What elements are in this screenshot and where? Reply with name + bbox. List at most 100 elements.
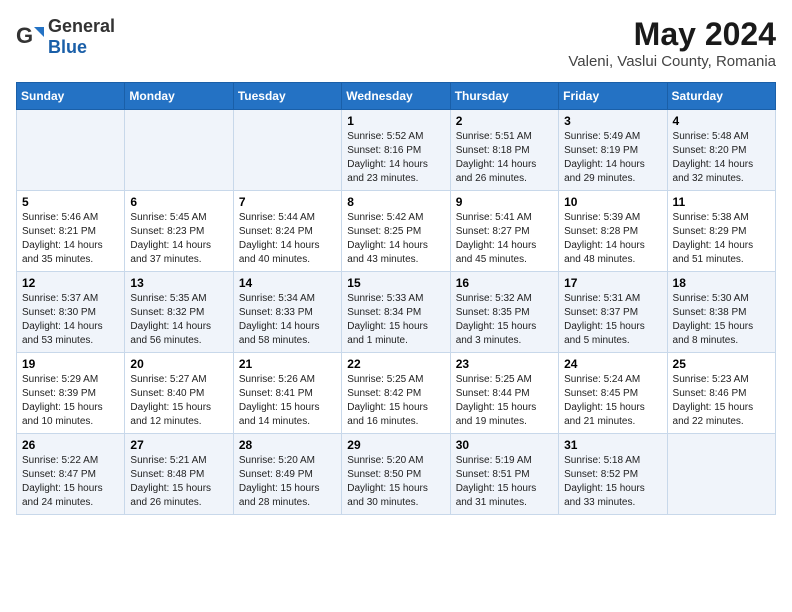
day-number: 25 — [673, 357, 770, 371]
day-info: Sunrise: 5:25 AM Sunset: 8:44 PM Dayligh… — [456, 373, 553, 429]
day-number: 22 — [347, 357, 444, 371]
calendar-cell — [17, 110, 125, 191]
calendar-cell: 21 Sunrise: 5:26 AM Sunset: 8:41 PM Dayli… — [233, 353, 341, 434]
day-info: Sunrise: 5:35 AM Sunset: 8:32 PM Dayligh… — [130, 292, 227, 348]
day-info: Sunrise: 5:38 AM Sunset: 8:29 PM Dayligh… — [673, 211, 770, 267]
day-number: 31 — [564, 438, 661, 452]
calendar-header: SundayMondayTuesdayWednesdayThursdayFrid… — [17, 83, 776, 110]
title-section: May 2024 Valeni, Vaslui County, Romania — [568, 16, 776, 70]
day-info: Sunrise: 5:26 AM Sunset: 8:41 PM Dayligh… — [239, 373, 336, 429]
day-number: 24 — [564, 357, 661, 371]
calendar-cell: 4Sunrise: 5:48 AM Sunset: 8:20 PM Daylig… — [667, 110, 775, 191]
calendar-cell: 18 Sunrise: 5:30 AM Sunset: 8:38 PM Dayli… — [667, 272, 775, 353]
day-info: Sunrise: 5:30 AM Sunset: 8:38 PM Dayligh… — [673, 292, 770, 348]
day-number: 18 — [673, 276, 770, 290]
logo-icon: G — [16, 23, 44, 51]
calendar-cell — [667, 434, 775, 515]
day-number: 7 — [239, 195, 336, 209]
day-info: Sunrise: 5:21 AM Sunset: 8:48 PM Dayligh… — [130, 454, 227, 510]
calendar-cell: 14Sunrise: 5:34 AM Sunset: 8:33 PM Dayli… — [233, 272, 341, 353]
calendar-cell: 13 Sunrise: 5:35 AM Sunset: 8:32 PM Dayli… — [125, 272, 233, 353]
day-number: 28 — [239, 438, 336, 452]
day-number: 16 — [456, 276, 553, 290]
day-number: 12 — [22, 276, 119, 290]
day-number: 27 — [130, 438, 227, 452]
day-number: 9 — [456, 195, 553, 209]
day-number: 6 — [130, 195, 227, 209]
day-info: Sunrise: 5:31 AM Sunset: 8:37 PM Dayligh… — [564, 292, 661, 348]
day-info: Sunrise: 5:27 AM Sunset: 8:40 PM Dayligh… — [130, 373, 227, 429]
day-number: 5 — [22, 195, 119, 209]
calendar-cell: 2Sunrise: 5:51 AM Sunset: 8:18 PM Daylig… — [450, 110, 558, 191]
calendar-cell: 30 Sunrise: 5:19 AM Sunset: 8:51 PM Dayli… — [450, 434, 558, 515]
day-number: 17 — [564, 276, 661, 290]
calendar-cell: 23 Sunrise: 5:25 AM Sunset: 8:44 PM Dayli… — [450, 353, 558, 434]
calendar-cell: 27 Sunrise: 5:21 AM Sunset: 8:48 PM Dayli… — [125, 434, 233, 515]
page-header: G General Blue May 2024 Valeni, Vaslui C… — [16, 16, 776, 70]
day-info: Sunrise: 5:29 AM Sunset: 8:39 PM Dayligh… — [22, 373, 119, 429]
day-info: Sunrise: 5:24 AM Sunset: 8:45 PM Dayligh… — [564, 373, 661, 429]
calendar-cell: 6 Sunrise: 5:45 AM Sunset: 8:23 PM Daylig… — [125, 191, 233, 272]
calendar-cell: 19 Sunrise: 5:29 AM Sunset: 8:39 PM Dayli… — [17, 353, 125, 434]
day-info: Sunrise: 5:42 AM Sunset: 8:25 PM Dayligh… — [347, 211, 444, 267]
day-number: 23 — [456, 357, 553, 371]
calendar-cell: 28Sunrise: 5:20 AM Sunset: 8:49 PM Dayli… — [233, 434, 341, 515]
calendar-table: SundayMondayTuesdayWednesdayThursdayFrid… — [16, 82, 776, 515]
calendar-cell: 31 Sunrise: 5:18 AM Sunset: 8:52 PM Dayli… — [559, 434, 667, 515]
day-number: 30 — [456, 438, 553, 452]
calendar-cell: 3Sunrise: 5:49 AM Sunset: 8:19 PM Daylig… — [559, 110, 667, 191]
header-wednesday: Wednesday — [342, 83, 450, 110]
svg-text:G: G — [16, 23, 33, 48]
logo: G General Blue — [16, 16, 115, 58]
header-saturday: Saturday — [667, 83, 775, 110]
subtitle: Valeni, Vaslui County, Romania — [568, 53, 776, 70]
day-number: 1 — [347, 114, 444, 128]
day-info: Sunrise: 5:32 AM Sunset: 8:35 PM Dayligh… — [456, 292, 553, 348]
day-info: Sunrise: 5:19 AM Sunset: 8:51 PM Dayligh… — [456, 454, 553, 510]
day-number: 13 — [130, 276, 227, 290]
header-friday: Friday — [559, 83, 667, 110]
week-row-3: 19 Sunrise: 5:29 AM Sunset: 8:39 PM Dayli… — [17, 353, 776, 434]
calendar-cell: 26Sunrise: 5:22 AM Sunset: 8:47 PM Dayli… — [17, 434, 125, 515]
day-number: 14 — [239, 276, 336, 290]
day-info: Sunrise: 5:46 AM Sunset: 8:21 PM Dayligh… — [22, 211, 119, 267]
calendar-cell: 9 Sunrise: 5:41 AM Sunset: 8:27 PM Daylig… — [450, 191, 558, 272]
week-row-4: 26Sunrise: 5:22 AM Sunset: 8:47 PM Dayli… — [17, 434, 776, 515]
day-number: 11 — [673, 195, 770, 209]
day-info: Sunrise: 5:44 AM Sunset: 8:24 PM Dayligh… — [239, 211, 336, 267]
calendar-cell: 17 Sunrise: 5:31 AM Sunset: 8:37 PM Dayli… — [559, 272, 667, 353]
calendar-cell: 12Sunrise: 5:37 AM Sunset: 8:30 PM Dayli… — [17, 272, 125, 353]
calendar-cell: 5 Sunrise: 5:46 AM Sunset: 8:21 PM Daylig… — [17, 191, 125, 272]
calendar-cell — [125, 110, 233, 191]
day-number: 15 — [347, 276, 444, 290]
calendar-cell: 25 Sunrise: 5:23 AM Sunset: 8:46 PM Dayli… — [667, 353, 775, 434]
day-info: Sunrise: 5:45 AM Sunset: 8:23 PM Dayligh… — [130, 211, 227, 267]
day-info: Sunrise: 5:18 AM Sunset: 8:52 PM Dayligh… — [564, 454, 661, 510]
calendar-body: 1Sunrise: 5:52 AM Sunset: 8:16 PM Daylig… — [17, 110, 776, 515]
day-number: 21 — [239, 357, 336, 371]
day-number: 2 — [456, 114, 553, 128]
day-number: 20 — [130, 357, 227, 371]
header-row: SundayMondayTuesdayWednesdayThursdayFrid… — [17, 83, 776, 110]
day-number: 19 — [22, 357, 119, 371]
day-info: Sunrise: 5:41 AM Sunset: 8:27 PM Dayligh… — [456, 211, 553, 267]
calendar-cell: 20 Sunrise: 5:27 AM Sunset: 8:40 PM Dayli… — [125, 353, 233, 434]
calendar-cell: 29Sunrise: 5:20 AM Sunset: 8:50 PM Dayli… — [342, 434, 450, 515]
calendar-cell: 7 Sunrise: 5:44 AM Sunset: 8:24 PM Daylig… — [233, 191, 341, 272]
calendar-cell — [233, 110, 341, 191]
day-number: 29 — [347, 438, 444, 452]
header-monday: Monday — [125, 83, 233, 110]
calendar-cell: 1Sunrise: 5:52 AM Sunset: 8:16 PM Daylig… — [342, 110, 450, 191]
day-info: Sunrise: 5:48 AM Sunset: 8:20 PM Dayligh… — [673, 130, 770, 186]
week-row-2: 12Sunrise: 5:37 AM Sunset: 8:30 PM Dayli… — [17, 272, 776, 353]
header-sunday: Sunday — [17, 83, 125, 110]
calendar-cell: 8Sunrise: 5:42 AM Sunset: 8:25 PM Daylig… — [342, 191, 450, 272]
calendar-cell: 24 Sunrise: 5:24 AM Sunset: 8:45 PM Dayli… — [559, 353, 667, 434]
header-tuesday: Tuesday — [233, 83, 341, 110]
logo-text-general: General — [48, 16, 115, 36]
header-thursday: Thursday — [450, 83, 558, 110]
day-info: Sunrise: 5:23 AM Sunset: 8:46 PM Dayligh… — [673, 373, 770, 429]
day-number: 10 — [564, 195, 661, 209]
logo-text-blue: Blue — [48, 37, 87, 57]
calendar-cell: 22Sunrise: 5:25 AM Sunset: 8:42 PM Dayli… — [342, 353, 450, 434]
